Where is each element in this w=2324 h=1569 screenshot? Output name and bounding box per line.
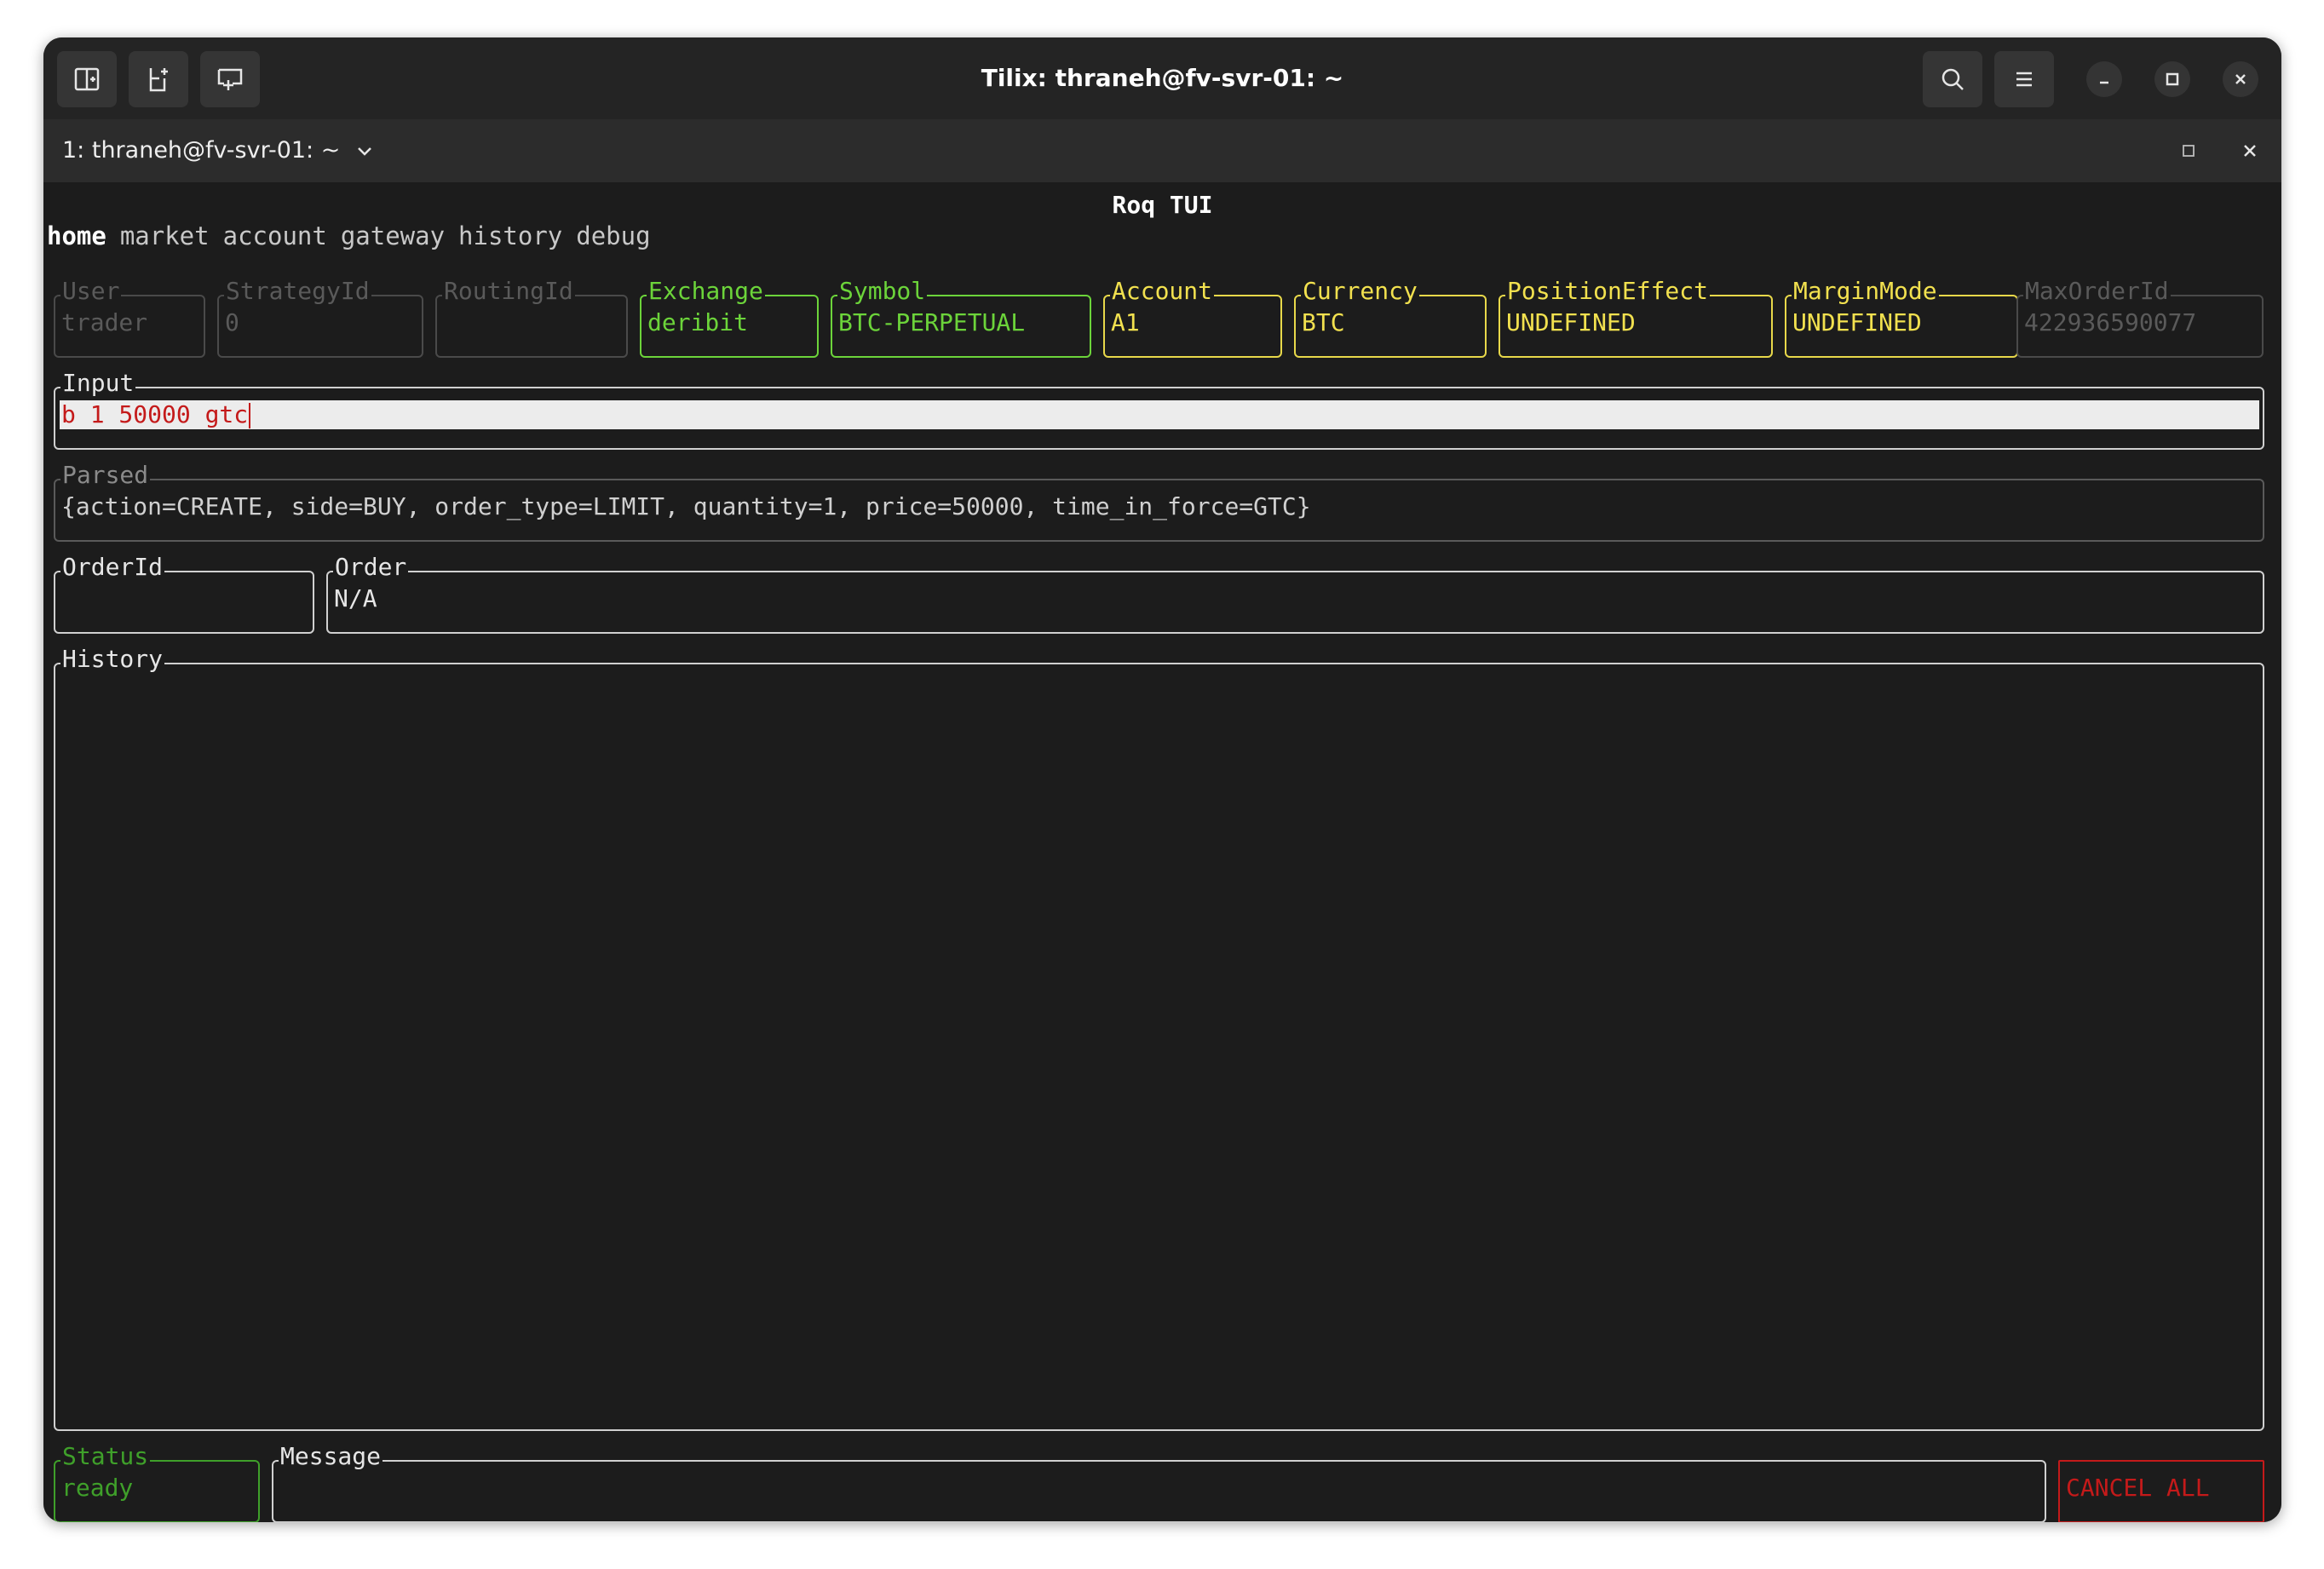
strategy-id-value: 0 [225,308,239,336]
parsed-label: Parsed [60,461,151,490]
symbol-value: BTC-PERPETUAL [838,308,1026,336]
title-bar: Tilix: thraneh@fv-svr-01: ~ [43,37,2281,119]
max-order-id-field: MaxOrderId 422936590077 [2016,277,2264,358]
currency-field: Currency BTC [1294,277,1487,358]
search-icon [1941,68,1964,90]
find-button[interactable] [1923,51,1982,107]
account-value: A1 [1111,308,1140,336]
currency-label: Currency [1301,277,1419,306]
order-value: N/A [334,584,377,612]
margin-mode-label: MarginMode [1792,277,1939,306]
maximize-terminal-icon[interactable] [2181,143,2196,158]
session-tab-bar: 1: thraneh@fv-svr-01: ~ [43,119,2281,182]
exchange-label: Exchange [647,277,765,306]
minimize-button[interactable] [2086,61,2122,97]
message-label: Message [279,1442,383,1471]
message-panel: Message [272,1442,2046,1522]
order-id-panel: OrderId [54,553,314,634]
nav-account[interactable]: account [223,221,327,250]
position-effect-label: PositionEffect [1505,277,1711,306]
text-cursor [249,403,251,428]
parsed-panel: Parsed {action=CREATE, side=BUY, order_t… [54,461,2264,542]
history-label: History [60,645,165,674]
app-title: Roq TUI [1112,191,1213,219]
user-field: User trader [54,277,205,358]
close-icon [2235,74,2246,84]
session-tab[interactable]: 1: thraneh@fv-svr-01: ~ [62,119,374,182]
parsed-value: {action=CREATE, side=BUY, order_type=LIM… [61,492,1311,520]
order-id-label: OrderId [60,553,165,582]
close-window-button[interactable] [2223,61,2258,97]
maximize-icon [2166,72,2179,86]
max-order-id-value: 422936590077 [2024,308,2197,336]
account-label: Account [1110,277,1215,306]
order-panel: Order N/A [326,553,2264,634]
routing-id-field: RoutingId [435,277,628,358]
input-label: Input [60,369,136,398]
order-label: Order [333,553,409,582]
nav-market[interactable]: market [120,221,210,250]
nav-gateway[interactable]: gateway [341,221,445,250]
status-panel: Status ready [54,1442,260,1522]
exchange-field: Exchange deribit [640,277,819,358]
status-label: Status [60,1442,151,1471]
history-panel: History [54,645,2264,1431]
status-value: ready [61,1474,134,1502]
cancel-all-button[interactable]: CANCEL ALL [2058,1460,2264,1522]
hamburger-menu-icon [2016,72,2032,87]
currency-value: BTC [1302,308,1345,336]
max-order-id-label: MaxOrderId [2023,277,2171,306]
input-panel: Input b 1 50000 gtc [54,369,2264,450]
terminal-content[interactable]: Roq TUI home market account gateway hist… [43,182,2281,1522]
nav-debug[interactable]: debug [576,221,650,250]
nav-menu: home market account gateway history debu… [47,221,651,250]
position-effect-value: UNDEFINED [1506,308,1636,336]
minimize-icon [2100,81,2108,84]
nav-home[interactable]: home [47,221,106,250]
session-tab-label: 1: thraneh@fv-svr-01: ~ [62,137,341,164]
strategy-id-field: StrategyId 0 [217,277,423,358]
close-terminal-icon[interactable] [2240,141,2260,161]
user-label: User [60,277,122,306]
margin-mode-field: MarginMode UNDEFINED [1785,277,2018,358]
margin-mode-value: UNDEFINED [1792,308,1922,336]
symbol-label: Symbol [837,277,928,306]
position-effect-field: PositionEffect UNDEFINED [1499,277,1773,358]
chevron-down-icon[interactable] [355,141,374,160]
account-field: Account A1 [1103,277,1282,358]
cancel-all-label: CANCEL ALL [2066,1474,2210,1502]
exchange-value: deribit [647,308,749,336]
strategy-id-label: StrategyId [224,277,371,306]
terminal-window: Tilix: thraneh@fv-svr-01: ~ 1: thraneh@f… [43,37,2281,1522]
nav-history[interactable]: history [458,221,562,250]
command-input-value: b 1 50000 gtc [61,400,249,428]
symbol-field: Symbol BTC-PERPETUAL [831,277,1091,358]
routing-id-label: RoutingId [442,277,575,306]
maximize-button[interactable] [2154,61,2190,97]
menu-button[interactable] [1994,51,2054,107]
command-input[interactable]: b 1 50000 gtc [60,400,2259,429]
user-value: trader [61,308,148,336]
